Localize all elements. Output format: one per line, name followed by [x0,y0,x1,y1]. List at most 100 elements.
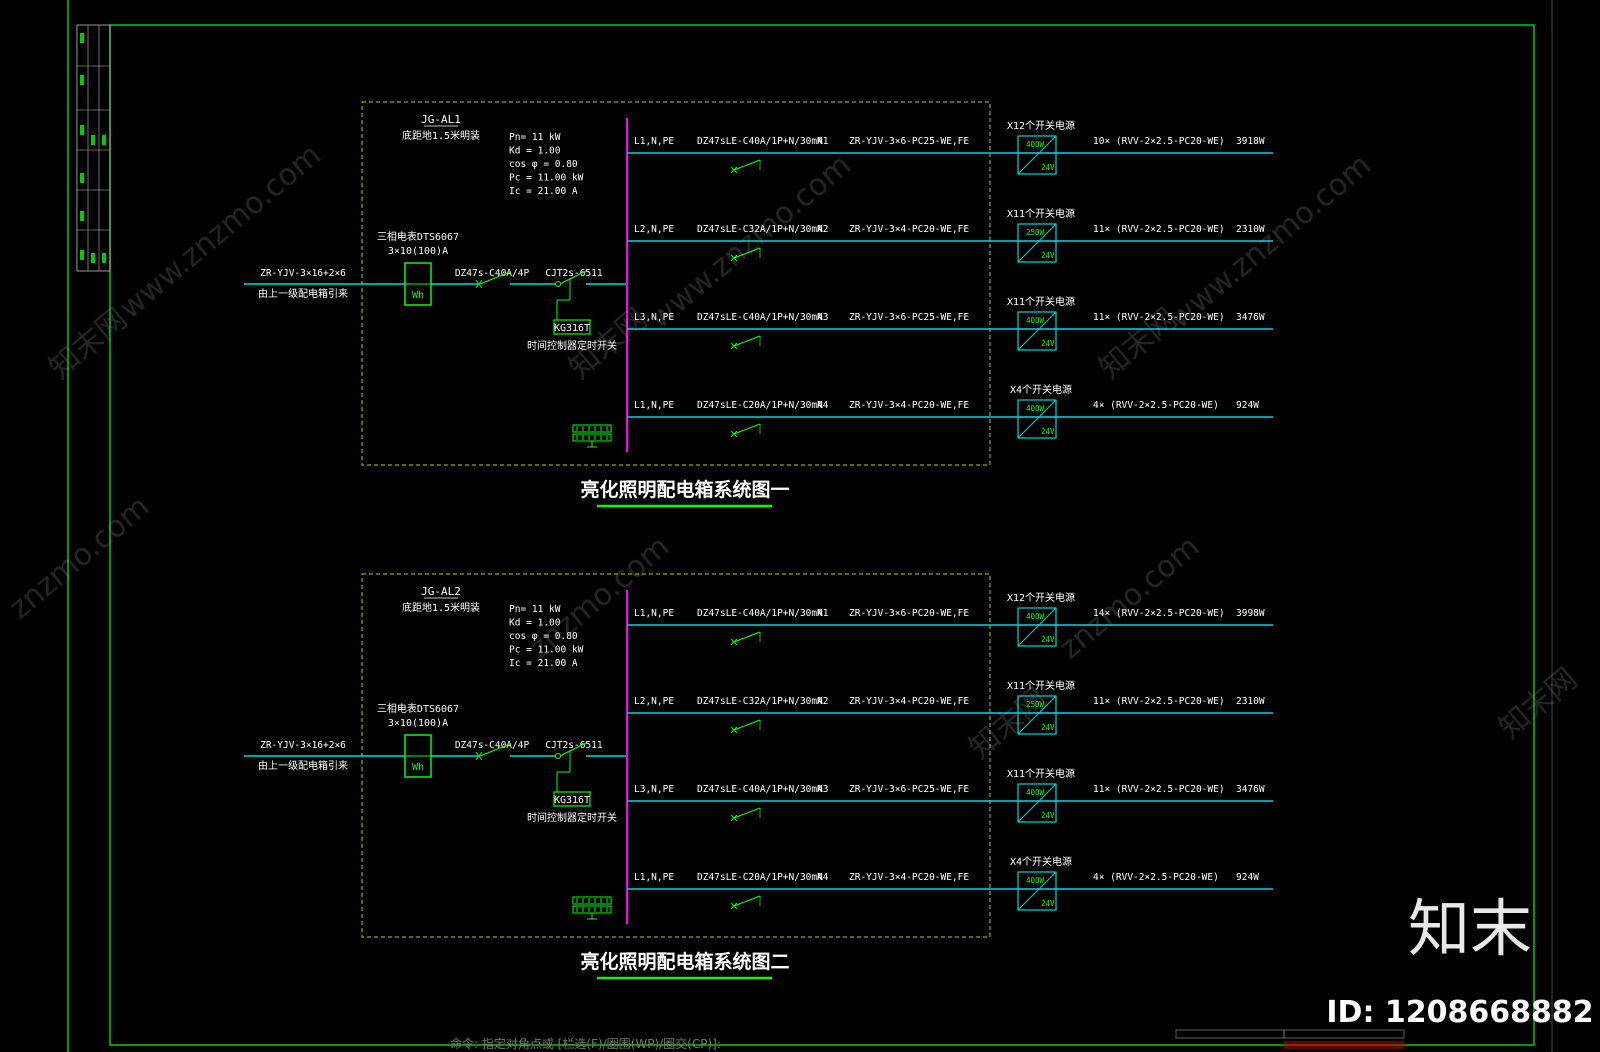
psu-wattage: 400W [1026,612,1045,621]
brand-logo-watermark: 知末 [1408,892,1532,965]
meter-rating: 3×10(100)A [388,246,448,257]
psu-wattage: 400W [1026,876,1045,885]
circuit-power: 924W [1236,400,1259,411]
strip-mark [80,33,84,43]
circuit-breaker-label: DZ47sLE-C40A/1P+N/30mA [697,136,823,147]
timer-label: KG316T [554,795,590,806]
circuit-cable: ZR-YJV-3×4-PC20-WE,FE [849,872,969,883]
mount-note: 底距地1.5米明装 [402,129,480,142]
circuit-power: 3918W [1236,136,1265,147]
psu-wattage: 250W [1026,228,1045,237]
circuit-phase: L3,N,PE [634,784,674,795]
strip-mark [80,250,84,260]
circuit-power: 3476W [1236,312,1265,323]
diagram-title: 亮化照明配电箱系统图二 [580,950,789,973]
circuit-load: 4× (RVV-2×2.5-PC20-WE) [1093,872,1219,883]
main-breaker-label: DZ47s-C40A/4P [455,268,530,279]
circuit-power: 3476W [1236,784,1265,795]
load-param: Kd = 1.00 [509,146,561,157]
psu-voltage: 24V [1041,427,1055,436]
cad-drawing-canvas[interactable]: JG-AL1 底距地1.5米明装 Pn= 11 kW Kd = 1.00 cos φ =… [0,0,1600,1052]
psu-voltage: 24V [1041,811,1055,820]
psu-voltage: 24V [1041,723,1055,732]
circuit-power: 3998W [1236,608,1265,619]
diagram-title: 亮化照明配电箱系统图一 [580,478,789,501]
meter-rating: 3×10(100)A [388,718,448,729]
mount-note: 底距地1.5米明装 [402,601,480,614]
circuit-id: N1 [817,136,829,147]
circuit-breaker-label: DZ47sLE-C40A/1P+N/30mA [697,784,823,795]
title-block-red-cell [1284,1041,1404,1049]
circuit-load: 11× (RVV-2×2.5-PC20-WE) [1093,696,1225,707]
circuit-power: 924W [1236,872,1259,883]
watermark-id: ID: 1208668882 [1326,995,1593,1030]
circuit-id: N3 [817,312,828,323]
circuit-cable: ZR-YJV-3×4-PC20-WE,FE [849,400,969,411]
meter-symbol: Wh [412,290,424,301]
psu-voltage: 24V [1041,899,1055,908]
circuit-id: N4 [817,872,829,883]
psu-wattage: 400W [1026,140,1045,149]
circuit-cable: ZR-YJV-3×6-PC20-WE,FE [849,608,969,619]
psu-voltage: 24V [1041,251,1055,260]
circuit-phase: L1,N,PE [634,872,674,883]
circuit-load: 11× (RVV-2×2.5-PC20-WE) [1093,224,1225,235]
circuit-load: 11× (RVV-2×2.5-PC20-WE) [1093,784,1225,795]
load-param: Pc = 11.00 kW [509,173,584,184]
psu-count: X4个开关电源 [1010,383,1072,396]
circuit-cable: ZR-YJV-3×6-PC25-WE,FE [849,784,969,795]
psu-count: X11个开关电源 [1007,679,1075,692]
load-param: cos φ = 0.80 [509,159,578,170]
circuit-phase: L1,N,PE [634,136,674,147]
strip-mark [80,125,84,135]
circuit-id: N4 [817,400,829,411]
strip-mark [80,211,84,221]
psu-count: X11个开关电源 [1007,767,1075,780]
strip-mark [102,135,106,145]
circuit-cable: ZR-YJV-3×6-PC25-WE,FE [849,136,969,147]
incoming-cable: ZR-YJV-3×16+2×6 [260,268,346,279]
psu-count: X4个开关电源 [1010,855,1072,868]
meter-label: 三相电表DTS6067 [377,702,459,715]
circuit-id: N1 [817,608,829,619]
incoming-note: 由上一级配电箱引来 [258,759,348,772]
incoming-cable: ZR-YJV-3×16+2×6 [260,740,346,751]
circuit-id: N3 [817,784,828,795]
psu-count: X11个开关电源 [1007,295,1075,308]
psu-count: X12个开关电源 [1007,591,1075,604]
circuit-cable: ZR-YJV-3×4-PC20-WE,FE [849,696,969,707]
strip-mark [80,173,84,183]
psu-wattage: 400W [1026,316,1045,325]
strip-mark [80,75,84,85]
timer-note: 时间控制器定时开关 [527,811,617,824]
circuit-breaker-label: DZ47sLE-C20A/1P+N/30mA [697,400,823,411]
psu-voltage: 24V [1041,163,1055,172]
box-id: JG-AL2 [421,585,461,598]
circuit-id: N2 [817,224,828,235]
circuit-load: 10× (RVV-2×2.5-PC20-WE) [1093,136,1225,147]
load-param: Pn= 11 kW [509,132,561,143]
circuit-phase: L2,N,PE [634,696,674,707]
main-breaker-label: DZ47s-C40A/4P [455,740,530,751]
circuit-breaker-label: DZ47sLE-C40A/1P+N/30mA [697,312,823,323]
psu-count: X12个开关电源 [1007,119,1075,132]
circuit-breaker-label: DZ47sLE-C40A/1P+N/30mA [697,608,823,619]
circuit-id: N2 [817,696,828,707]
circuit-phase: L1,N,PE [634,400,674,411]
load-param: Ic = 21.00 A [509,186,578,197]
incoming-note: 由上一级配电箱引来 [258,287,348,300]
strip-mark [102,253,106,263]
psu-wattage: 400W [1026,788,1045,797]
box-id: JG-AL1 [421,113,461,126]
psu-voltage: 24V [1041,339,1055,348]
meter-label: 三相电表DTS6067 [377,230,459,243]
strip-mark [91,135,95,145]
circuit-load: 4× (RVV-2×2.5-PC20-WE) [1093,400,1219,411]
circuit-phase: L2,N,PE [634,224,674,235]
command-line-prompt: 命令: 指定对角点或 [栏选(F)/圈围(WP)/圈交(CP)]: [450,1036,721,1051]
circuit-power: 2310W [1236,696,1265,707]
circuit-breaker-label: DZ47sLE-C20A/1P+N/30mA [697,872,823,883]
circuit-cable: ZR-YJV-3×6-PC25-WE,FE [849,312,969,323]
circuit-breaker-label: DZ47sLE-C32A/1P+N/30mA [697,696,823,707]
psu-wattage: 400W [1026,404,1045,413]
